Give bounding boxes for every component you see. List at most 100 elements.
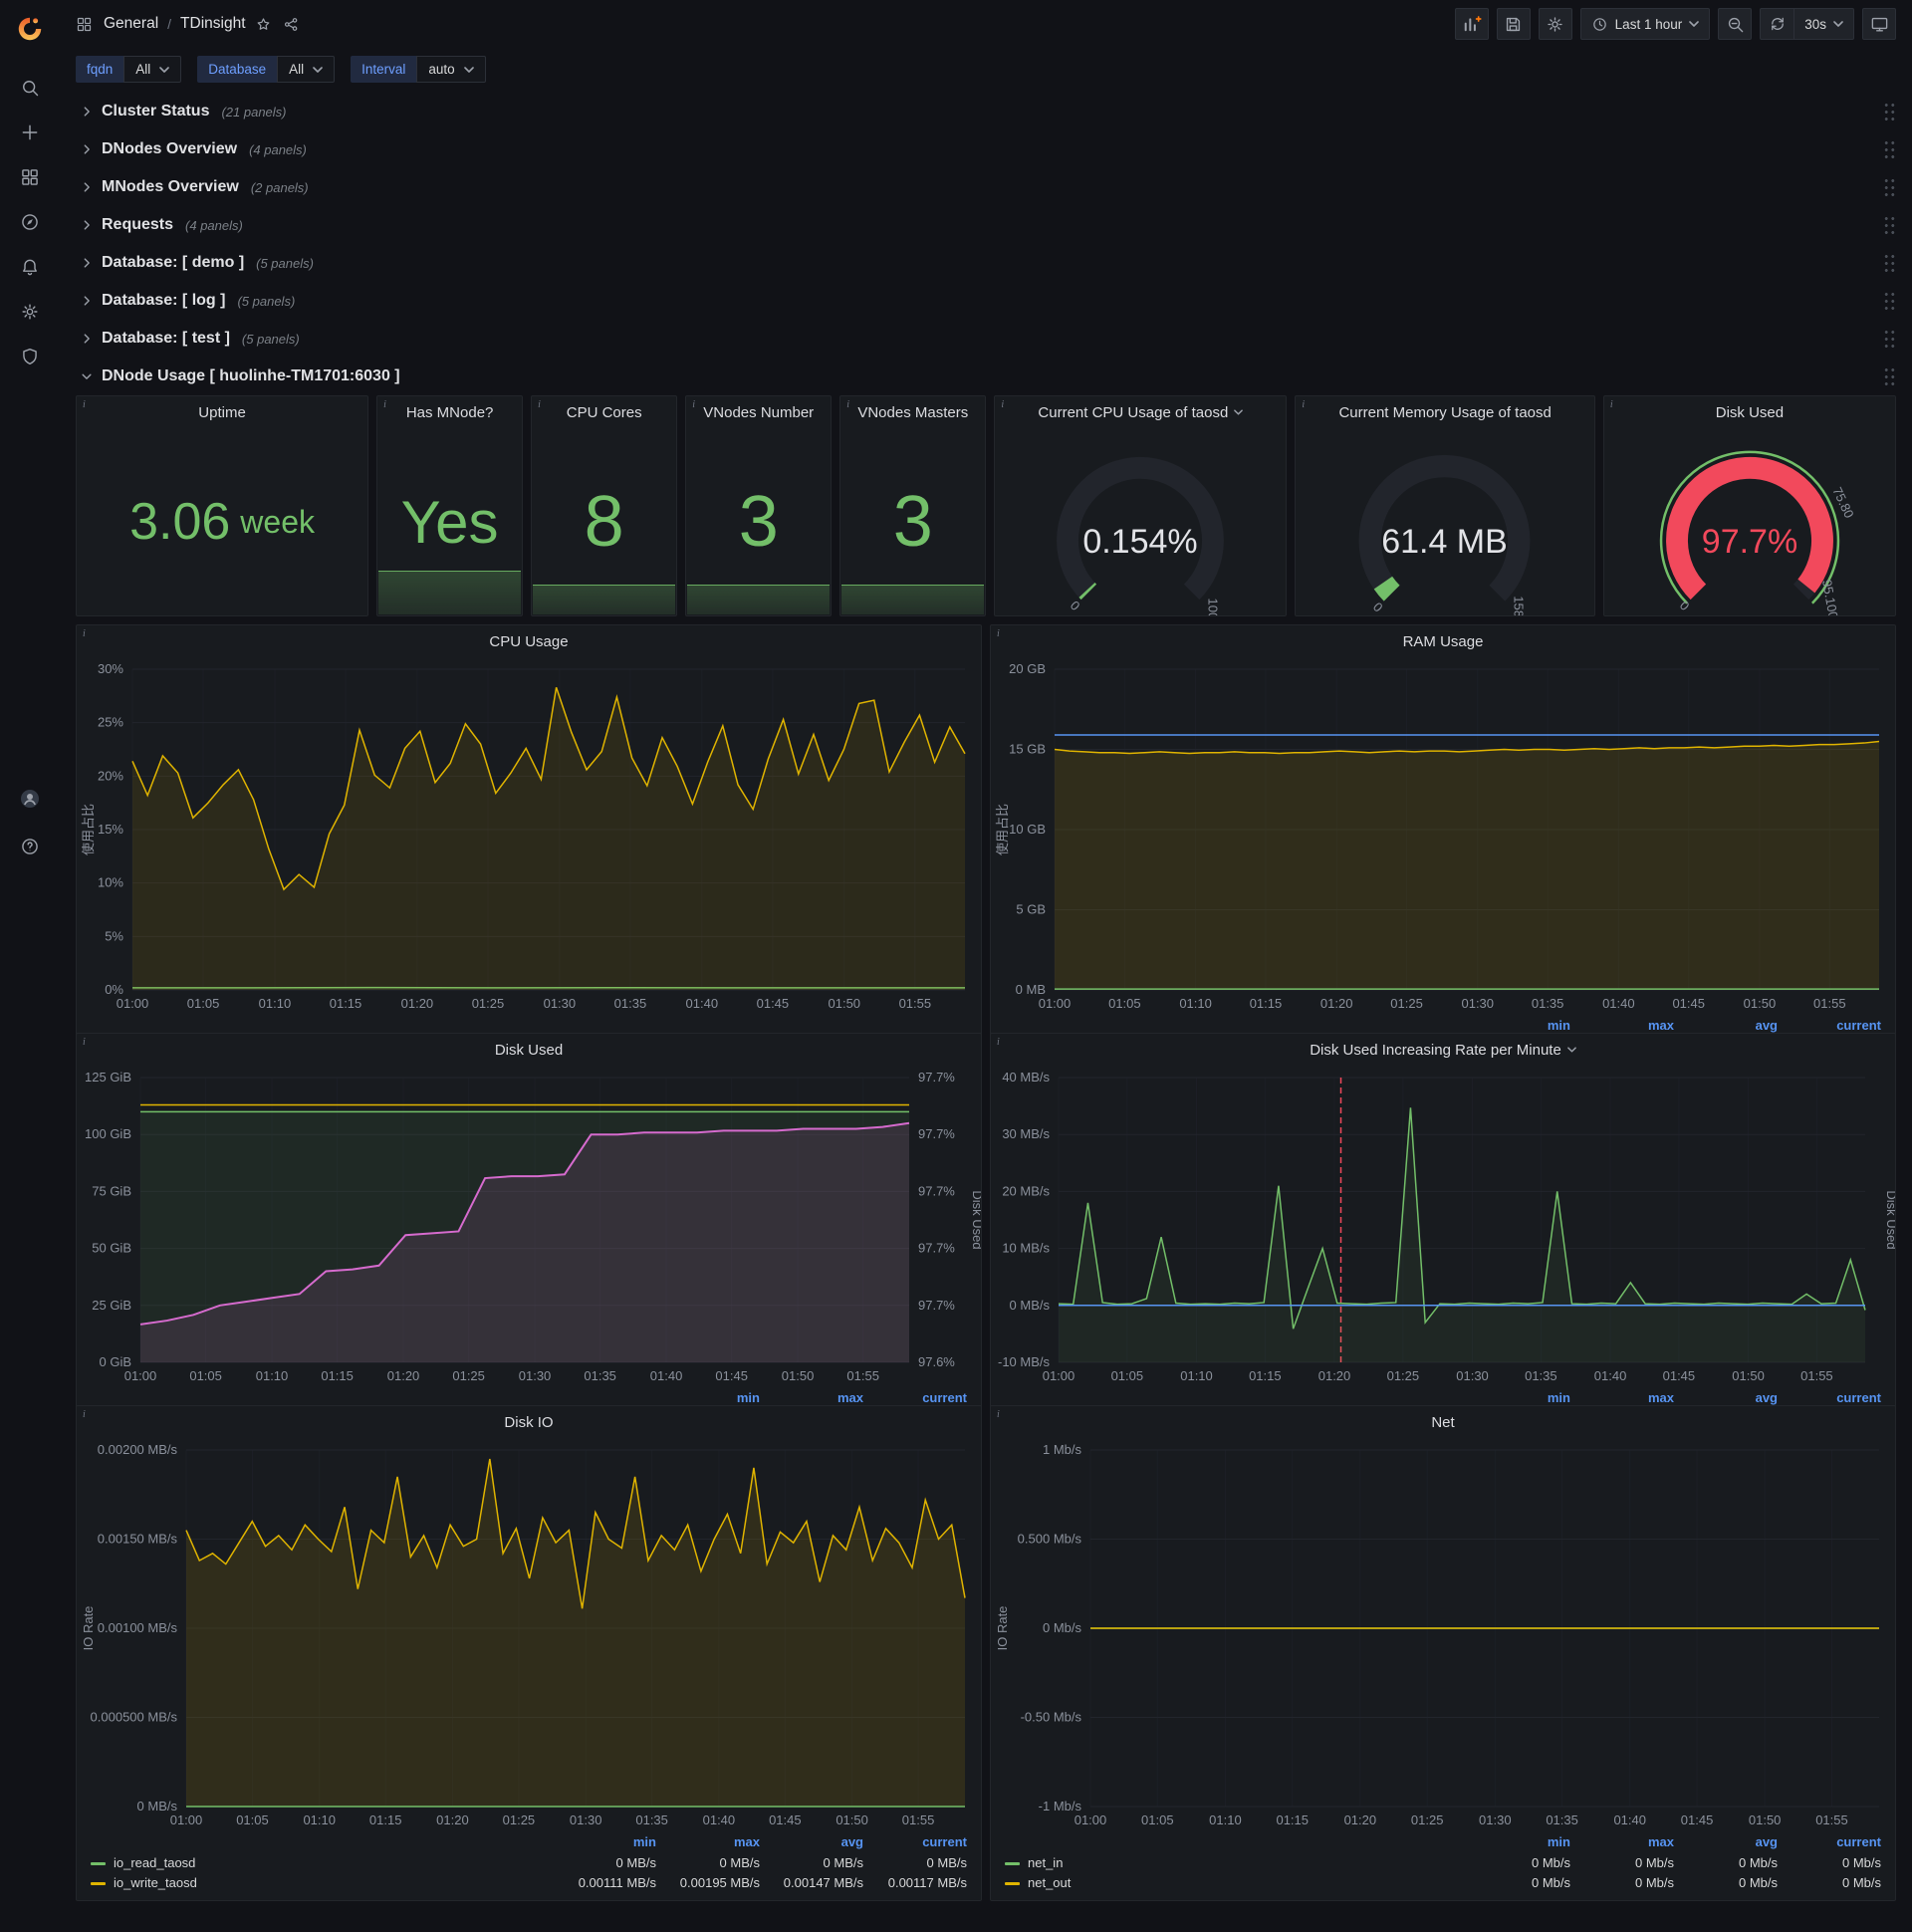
- panel-title[interactable]: VNodes Number: [686, 396, 831, 428]
- legend-column-header[interactable]: avg: [1674, 1832, 1778, 1852]
- dashboard-row-cluster-status[interactable]: Cluster Status (21 panels): [76, 93, 1896, 130]
- legend-column-header[interactable]: max: [1570, 1832, 1674, 1852]
- disk-rate-chart[interactable]: 01:00 01:05 01:10 01:15 01:20 01:25 01:30 01:35…: [991, 1066, 1895, 1388]
- panel-info-icon[interactable]: i: [1604, 396, 1613, 410]
- panel-title[interactable]: Current Memory Usage of taosd: [1296, 396, 1593, 428]
- dashboard-row-database-demo[interactable]: Database: [ demo ] (5 panels): [76, 244, 1896, 282]
- row-drag-handle[interactable]: [1883, 290, 1896, 312]
- save-dashboard-button[interactable]: [1496, 8, 1531, 40]
- time-range-picker[interactable]: Last 1 hour: [1579, 8, 1711, 40]
- breadcrumb-title[interactable]: TDinsight: [180, 15, 245, 33]
- panel-title[interactable]: Disk Used: [1604, 396, 1895, 428]
- dashboard-row-database-log[interactable]: Database: [ log ] (5 panels): [76, 282, 1896, 320]
- variable-label[interactable]: fqdn: [76, 56, 124, 83]
- panel-info-icon[interactable]: i: [995, 396, 1004, 410]
- sidebar-item-profile[interactable]: [10, 785, 50, 813]
- panel-title[interactable]: RAM Usage: [991, 625, 1895, 657]
- row-drag-handle[interactable]: [1883, 214, 1896, 236]
- star-icon[interactable]: [255, 16, 272, 33]
- grafana-logo[interactable]: [9, 8, 51, 50]
- row-drag-handle[interactable]: [1883, 328, 1896, 350]
- refresh-button[interactable]: [1760, 8, 1794, 40]
- row-drag-handle[interactable]: [1883, 138, 1896, 160]
- sidebar-item-alerting[interactable]: [10, 253, 50, 281]
- share-icon[interactable]: [283, 16, 300, 33]
- grafana-logo-icon: [18, 17, 42, 41]
- dashboard-row-requests[interactable]: Requests (4 panels): [76, 206, 1896, 244]
- ram-usage-chart[interactable]: 01:00 01:05 01:10 01:15 01:20 01:25 01:30 01:35…: [991, 657, 1895, 1016]
- disk-io-chart[interactable]: 01:00 01:05 01:10 01:15 01:20 01:25 01:30 01:35…: [77, 1438, 981, 1832]
- zoom-out-button[interactable]: [1718, 8, 1753, 40]
- row-drag-handle[interactable]: [1883, 252, 1896, 274]
- legend-column-header[interactable]: current: [1778, 1832, 1881, 1852]
- bell-icon: [23, 259, 37, 276]
- legend-column-header[interactable]: current: [863, 1832, 967, 1852]
- breadcrumb-section[interactable]: General: [104, 15, 158, 33]
- dashboard-settings-button[interactable]: [1538, 8, 1572, 40]
- sidebar-item-configuration[interactable]: [10, 298, 50, 326]
- panel-title[interactable]: Disk Used Increasing Rate per Minute: [991, 1034, 1895, 1066]
- sidebar-item-help[interactable]: [10, 833, 50, 860]
- panel-info-icon[interactable]: i: [1296, 396, 1305, 410]
- dashboard-row-dnodes-overview[interactable]: DNodes Overview (4 panels): [76, 130, 1896, 168]
- panel-title[interactable]: Uptime: [77, 396, 367, 428]
- panel-title[interactable]: CPU Cores: [532, 396, 676, 428]
- panel-info-icon[interactable]: i: [77, 396, 86, 410]
- legend-series-label[interactable]: net_in: [1005, 1852, 1467, 1872]
- add-panel-button[interactable]: [1454, 8, 1489, 40]
- legend-series-label[interactable]: net_out: [1005, 1872, 1467, 1892]
- panel-info-icon[interactable]: i: [77, 1034, 86, 1048]
- legend-column-header[interactable]: min: [1467, 1832, 1570, 1852]
- row-drag-handle[interactable]: [1883, 101, 1896, 122]
- dashboard-row-database-test[interactable]: Database: [ test ] (5 panels): [76, 320, 1896, 358]
- sidebar-item-search[interactable]: [10, 74, 50, 102]
- dashboard: Cluster Status (21 panels) DNodes Overvi…: [60, 93, 1912, 1932]
- row-panel-count: (21 panels): [221, 104, 287, 120]
- row-drag-handle[interactable]: [1883, 365, 1896, 387]
- svg-text:01:20: 01:20: [436, 1812, 469, 1827]
- disk-used-chart[interactable]: 01:00 01:05 01:10 01:15 01:20 01:25 01:30 01:35…: [77, 1066, 981, 1388]
- svg-text:01:25: 01:25: [1387, 1368, 1420, 1383]
- variable-label[interactable]: Database: [197, 56, 278, 83]
- dashboard-row-mnodes-overview[interactable]: MNodes Overview (2 panels): [76, 168, 1896, 206]
- panel-title[interactable]: VNodes Masters: [840, 396, 985, 428]
- cycle-view-mode-button[interactable]: [1862, 8, 1896, 40]
- panel-info-icon[interactable]: i: [377, 396, 386, 410]
- sidebar-item-server-admin[interactable]: [10, 343, 50, 370]
- variable-value-dropdown[interactable]: All: [277, 56, 336, 83]
- cpu-usage-chart[interactable]: 01:00 01:05 01:10 01:15 01:20 01:25 01:30 01:35…: [77, 657, 981, 1036]
- panel-info-icon[interactable]: i: [991, 1406, 1000, 1420]
- sidebar-item-explore[interactable]: [10, 208, 50, 236]
- panel-title[interactable]: Net: [991, 1406, 1895, 1438]
- legend-column-header[interactable]: avg: [760, 1832, 863, 1852]
- panel-title[interactable]: Has MNode?: [377, 396, 522, 428]
- refresh-interval-picker[interactable]: 30s: [1793, 8, 1854, 40]
- panel-title[interactable]: CPU Usage: [77, 625, 981, 657]
- legend-series-label[interactable]: io_write_taosd: [91, 1872, 553, 1892]
- sidebar-item-dashboards[interactable]: [10, 163, 50, 191]
- panel-menu-chevron-icon[interactable]: [1566, 1047, 1576, 1053]
- panel-info-icon[interactable]: i: [77, 625, 86, 639]
- dashboard-row-dnode-usage[interactable]: DNode Usage [ huolinhe-TM1701:6030 ]: [76, 358, 1896, 395]
- variable-value-dropdown[interactable]: auto: [416, 56, 486, 83]
- variable-value-dropdown[interactable]: All: [123, 56, 182, 83]
- net-chart[interactable]: 01:00 01:05 01:10 01:15 01:20 01:25 01:30 01:35…: [991, 1438, 1895, 1832]
- svg-text:01:00: 01:00: [1075, 1812, 1107, 1827]
- panel-title[interactable]: Current CPU Usage of taosd: [995, 396, 1286, 428]
- legend-column-header[interactable]: min: [553, 1832, 656, 1852]
- sidebar-item-create[interactable]: [10, 119, 50, 146]
- panel-title[interactable]: Disk IO: [77, 1406, 981, 1438]
- panel-info-icon[interactable]: i: [532, 396, 541, 410]
- panel-title[interactable]: Disk Used: [77, 1034, 981, 1066]
- panel-info-icon[interactable]: i: [686, 396, 695, 410]
- panel-menu-chevron-icon[interactable]: [1234, 409, 1244, 415]
- panel-info-icon[interactable]: i: [991, 1034, 1000, 1048]
- panel-info-icon[interactable]: i: [77, 1406, 86, 1420]
- legend-series-label[interactable]: io_read_taosd: [91, 1852, 553, 1872]
- panel-info-icon[interactable]: i: [991, 625, 1000, 639]
- variable-label[interactable]: Interval: [351, 56, 417, 83]
- legend-column-header[interactable]: max: [656, 1832, 760, 1852]
- svg-text:01:10: 01:10: [259, 996, 292, 1011]
- panel-info-icon[interactable]: i: [840, 396, 849, 410]
- row-drag-handle[interactable]: [1883, 176, 1896, 198]
